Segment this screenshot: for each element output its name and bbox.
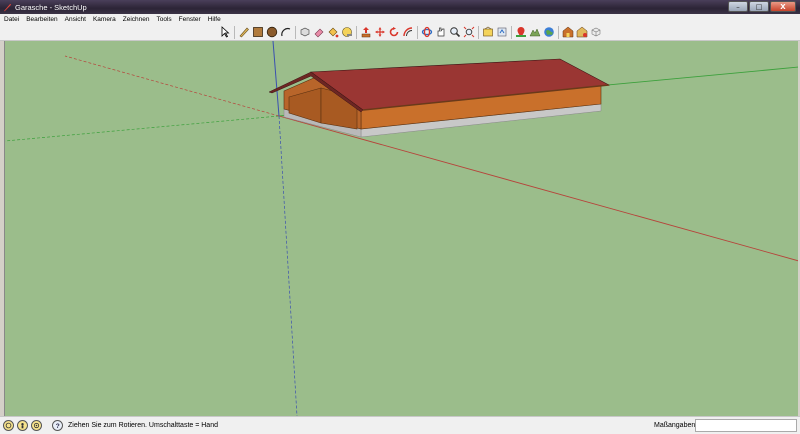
tape-measure-icon[interactable]: [340, 25, 353, 39]
add-location-icon[interactable]: [514, 25, 527, 39]
toolbar-separator: [356, 25, 357, 39]
measurements-input[interactable]: [695, 419, 797, 432]
rectangle-icon[interactable]: [251, 25, 264, 39]
toolbar-separator: [558, 25, 559, 39]
drawing-viewport[interactable]: [4, 41, 798, 416]
pencil-line-icon[interactable]: [237, 25, 250, 39]
blue-axis-line: [272, 41, 280, 117]
window-title: Garasche - SketchUp: [15, 2, 87, 12]
main-toolbar: [0, 24, 800, 41]
toolbar-separator: [511, 25, 512, 39]
arc-icon[interactable]: [279, 25, 292, 39]
toolbar-separator: [234, 25, 235, 39]
window-controls: – □ X: [728, 1, 796, 12]
blue-axis-dashed: [278, 115, 298, 416]
menu-tools[interactable]: Tools: [156, 16, 171, 23]
close-button[interactable]: X: [770, 1, 796, 12]
extension-icon[interactable]: [589, 25, 602, 39]
paint-bucket-icon[interactable]: [326, 25, 339, 39]
toolbar-separator: [478, 25, 479, 39]
geo-location-icon[interactable]: [3, 420, 14, 431]
menu-bearbeiten[interactable]: Bearbeiten: [26, 16, 57, 23]
status-bar: ? Ziehen Sie zum Rotieren. Umschalttaste…: [0, 416, 800, 434]
red-axis-dashed: [64, 55, 280, 117]
red-axis-line: [278, 115, 798, 262]
menu-bar: Datei Bearbeiten Ansicht Kamera Zeichnen…: [0, 14, 800, 24]
toolbar-separator: [295, 25, 296, 39]
share-component-icon[interactable]: [575, 25, 588, 39]
menu-datei[interactable]: Datei: [4, 16, 19, 23]
warehouse-icon[interactable]: [561, 25, 574, 39]
orbit-icon[interactable]: [420, 25, 433, 39]
make-component-icon[interactable]: [298, 25, 311, 39]
pan-icon[interactable]: [434, 25, 447, 39]
push-pull-icon[interactable]: [359, 25, 372, 39]
green-axis-dashed: [5, 115, 280, 142]
credits-icon[interactable]: [17, 420, 28, 431]
user-icon[interactable]: [31, 420, 42, 431]
minimize-button[interactable]: –: [728, 1, 748, 12]
share-model-icon[interactable]: [495, 25, 508, 39]
zoom-icon[interactable]: [448, 25, 461, 39]
menu-ansicht[interactable]: Ansicht: [65, 16, 86, 23]
scene-canvas: [5, 41, 798, 416]
move-icon[interactable]: [373, 25, 386, 39]
toggle-terrain-icon[interactable]: [528, 25, 541, 39]
google-earth-icon[interactable]: [542, 25, 555, 39]
garage-model[interactable]: [268, 58, 611, 138]
menu-hilfe[interactable]: Hilfe: [208, 16, 221, 23]
rotate-icon[interactable]: [387, 25, 400, 39]
title-bar: Garasche - SketchUp – □ X: [0, 0, 800, 14]
zoom-extents-icon[interactable]: [462, 25, 475, 39]
maximize-button[interactable]: □: [749, 1, 769, 12]
measurements-label: Maßangaben: [654, 422, 696, 429]
status-hint-text: Ziehen Sie zum Rotieren. Umschalttaste =…: [68, 422, 218, 429]
offset-icon[interactable]: [401, 25, 414, 39]
menu-fenster[interactable]: Fenster: [179, 16, 201, 23]
toolbar-separator: [417, 25, 418, 39]
menu-kamera[interactable]: Kamera: [93, 16, 116, 23]
select-arrow-icon[interactable]: [218, 25, 231, 39]
help-icon[interactable]: ?: [52, 420, 63, 431]
get-models-icon[interactable]: [481, 25, 494, 39]
circle-icon[interactable]: [265, 25, 278, 39]
sketchup-app-icon: [3, 3, 12, 11]
eraser-icon[interactable]: [312, 25, 325, 39]
menu-zeichnen[interactable]: Zeichnen: [123, 16, 150, 23]
svg-text:?: ?: [56, 423, 60, 429]
